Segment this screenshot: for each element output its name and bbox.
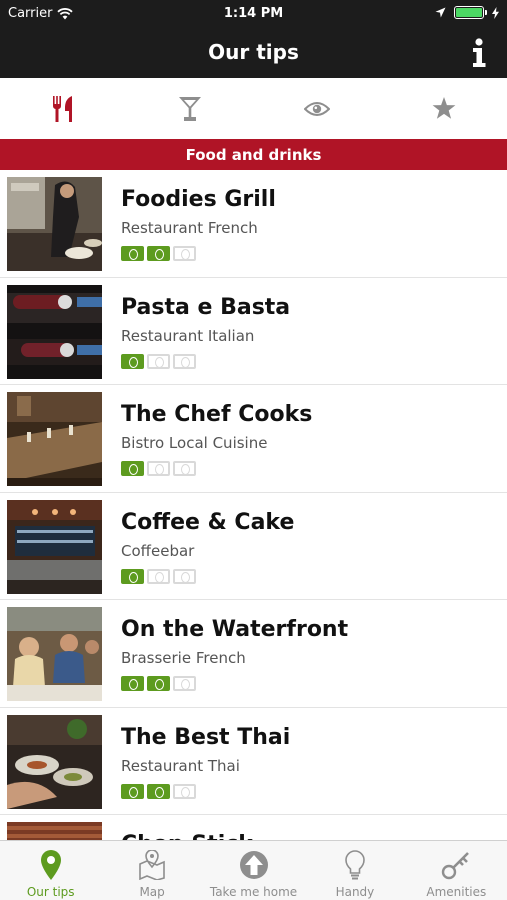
venue-name: Pasta e Basta <box>121 294 291 320</box>
tab-label: Our tips <box>26 885 75 899</box>
key-icon <box>442 852 470 880</box>
charging-bolt-icon <box>492 6 499 19</box>
list-item[interactable]: The Chef Cooks Bistro Local Cuisine <box>0 385 507 493</box>
venue-type: Restaurant Thai <box>121 756 240 775</box>
list-item[interactable]: The Best Thai Restaurant Thai <box>0 708 507 815</box>
venue-type: Brasserie French <box>121 649 246 667</box>
price-bill-icon <box>121 353 144 369</box>
tab-take-me-home[interactable]: Take me home <box>203 841 304 900</box>
tab-sights[interactable] <box>254 78 381 139</box>
home-arrow-icon <box>239 851 268 879</box>
price-bill-icon <box>121 568 144 584</box>
tab-map[interactable]: Map <box>101 841 202 900</box>
venue-photo <box>7 284 102 379</box>
venue-name: Foodies Grill <box>121 187 276 212</box>
map-icon <box>139 850 165 880</box>
tab-food-and-drinks[interactable] <box>0 78 127 139</box>
tab-handy[interactable]: Handy <box>304 841 405 900</box>
price-bill-icon <box>147 353 170 369</box>
price-level <box>121 246 196 261</box>
price-bill-icon <box>147 568 170 584</box>
price-bill-icon <box>173 783 196 799</box>
section-title: Food and drinks <box>185 145 322 164</box>
price-bill-icon <box>121 246 144 261</box>
tab-label: Handy <box>335 885 375 899</box>
venue-photo <box>7 499 102 594</box>
status-bar: Carrier 1:14 PM <box>0 0 507 28</box>
venue-name: Coffee & Cake <box>121 509 295 535</box>
price-bill-icon <box>173 353 196 369</box>
tab-label: Amenities <box>426 885 487 899</box>
price-bill-icon <box>147 783 170 799</box>
lightbulb-icon <box>345 850 365 880</box>
category-tabs <box>0 78 507 139</box>
cocktail-glass-icon <box>179 96 202 121</box>
price-bill-icon <box>147 676 170 691</box>
price-level <box>121 783 196 799</box>
tab-label: Map <box>139 885 165 899</box>
price-level <box>121 353 196 369</box>
venue-name: On the Waterfront <box>121 617 349 642</box>
venue-type: Restaurant French <box>121 219 258 237</box>
venue-type: Bistro Local Cuisine <box>121 434 268 452</box>
venue-photo <box>7 392 102 486</box>
venue-photo <box>7 714 102 809</box>
venue-name: The Best Thai <box>121 724 291 750</box>
price-level <box>121 461 196 476</box>
venue-list[interactable]: Foodies Grill Restaurant French Pasta e … <box>0 170 507 840</box>
venue-name: The Chef Cooks <box>121 402 313 427</box>
venue-type: Coffeebar <box>121 541 195 560</box>
price-bill-icon <box>173 568 196 584</box>
fork-knife-icon <box>53 95 73 122</box>
map-pin-icon <box>40 850 61 880</box>
section-header: Food and drinks <box>0 139 507 170</box>
page-title: Our tips <box>208 40 299 64</box>
info-icon[interactable] <box>467 37 491 69</box>
venue-photo <box>7 822 102 840</box>
price-bill-icon <box>121 783 144 799</box>
list-item[interactable]: On the Waterfront Brasserie French <box>0 600 507 708</box>
venue-photo <box>7 177 102 271</box>
navigation-bar: Our tips <box>0 28 507 78</box>
price-bill-icon <box>173 246 196 261</box>
list-item[interactable]: Chop Stick <box>0 815 507 840</box>
tab-amenities[interactable]: Amenities <box>406 841 507 900</box>
star-icon <box>432 97 456 119</box>
location-arrow-icon <box>435 7 446 18</box>
tab-favorites[interactable] <box>380 78 507 139</box>
list-item[interactable]: Pasta e Basta Restaurant Italian <box>0 278 507 385</box>
tab-bar: Our tips Map Take me home Handy Amenitie… <box>0 840 507 900</box>
price-bill-icon <box>173 676 196 691</box>
price-bill-icon <box>147 246 170 261</box>
list-item[interactable]: Foodies Grill Restaurant French <box>0 170 507 278</box>
venue-type: Restaurant Italian <box>121 326 255 345</box>
tab-label: Take me home <box>209 885 298 899</box>
venue-name: Chop Stick <box>121 832 253 840</box>
price-level <box>121 676 196 691</box>
tab-our-tips[interactable]: Our tips <box>0 841 101 900</box>
venue-photo <box>7 607 102 701</box>
price-level <box>121 568 196 584</box>
clock: 1:14 PM <box>223 6 284 21</box>
tab-drinks[interactable] <box>127 78 254 139</box>
list-item[interactable]: Coffee & Cake Coffeebar <box>0 493 507 600</box>
price-bill-icon <box>147 461 170 476</box>
price-bill-icon <box>121 461 144 476</box>
battery-icon <box>454 6 487 19</box>
price-bill-icon <box>121 676 144 691</box>
price-bill-icon <box>173 461 196 476</box>
eye-icon <box>303 101 330 116</box>
